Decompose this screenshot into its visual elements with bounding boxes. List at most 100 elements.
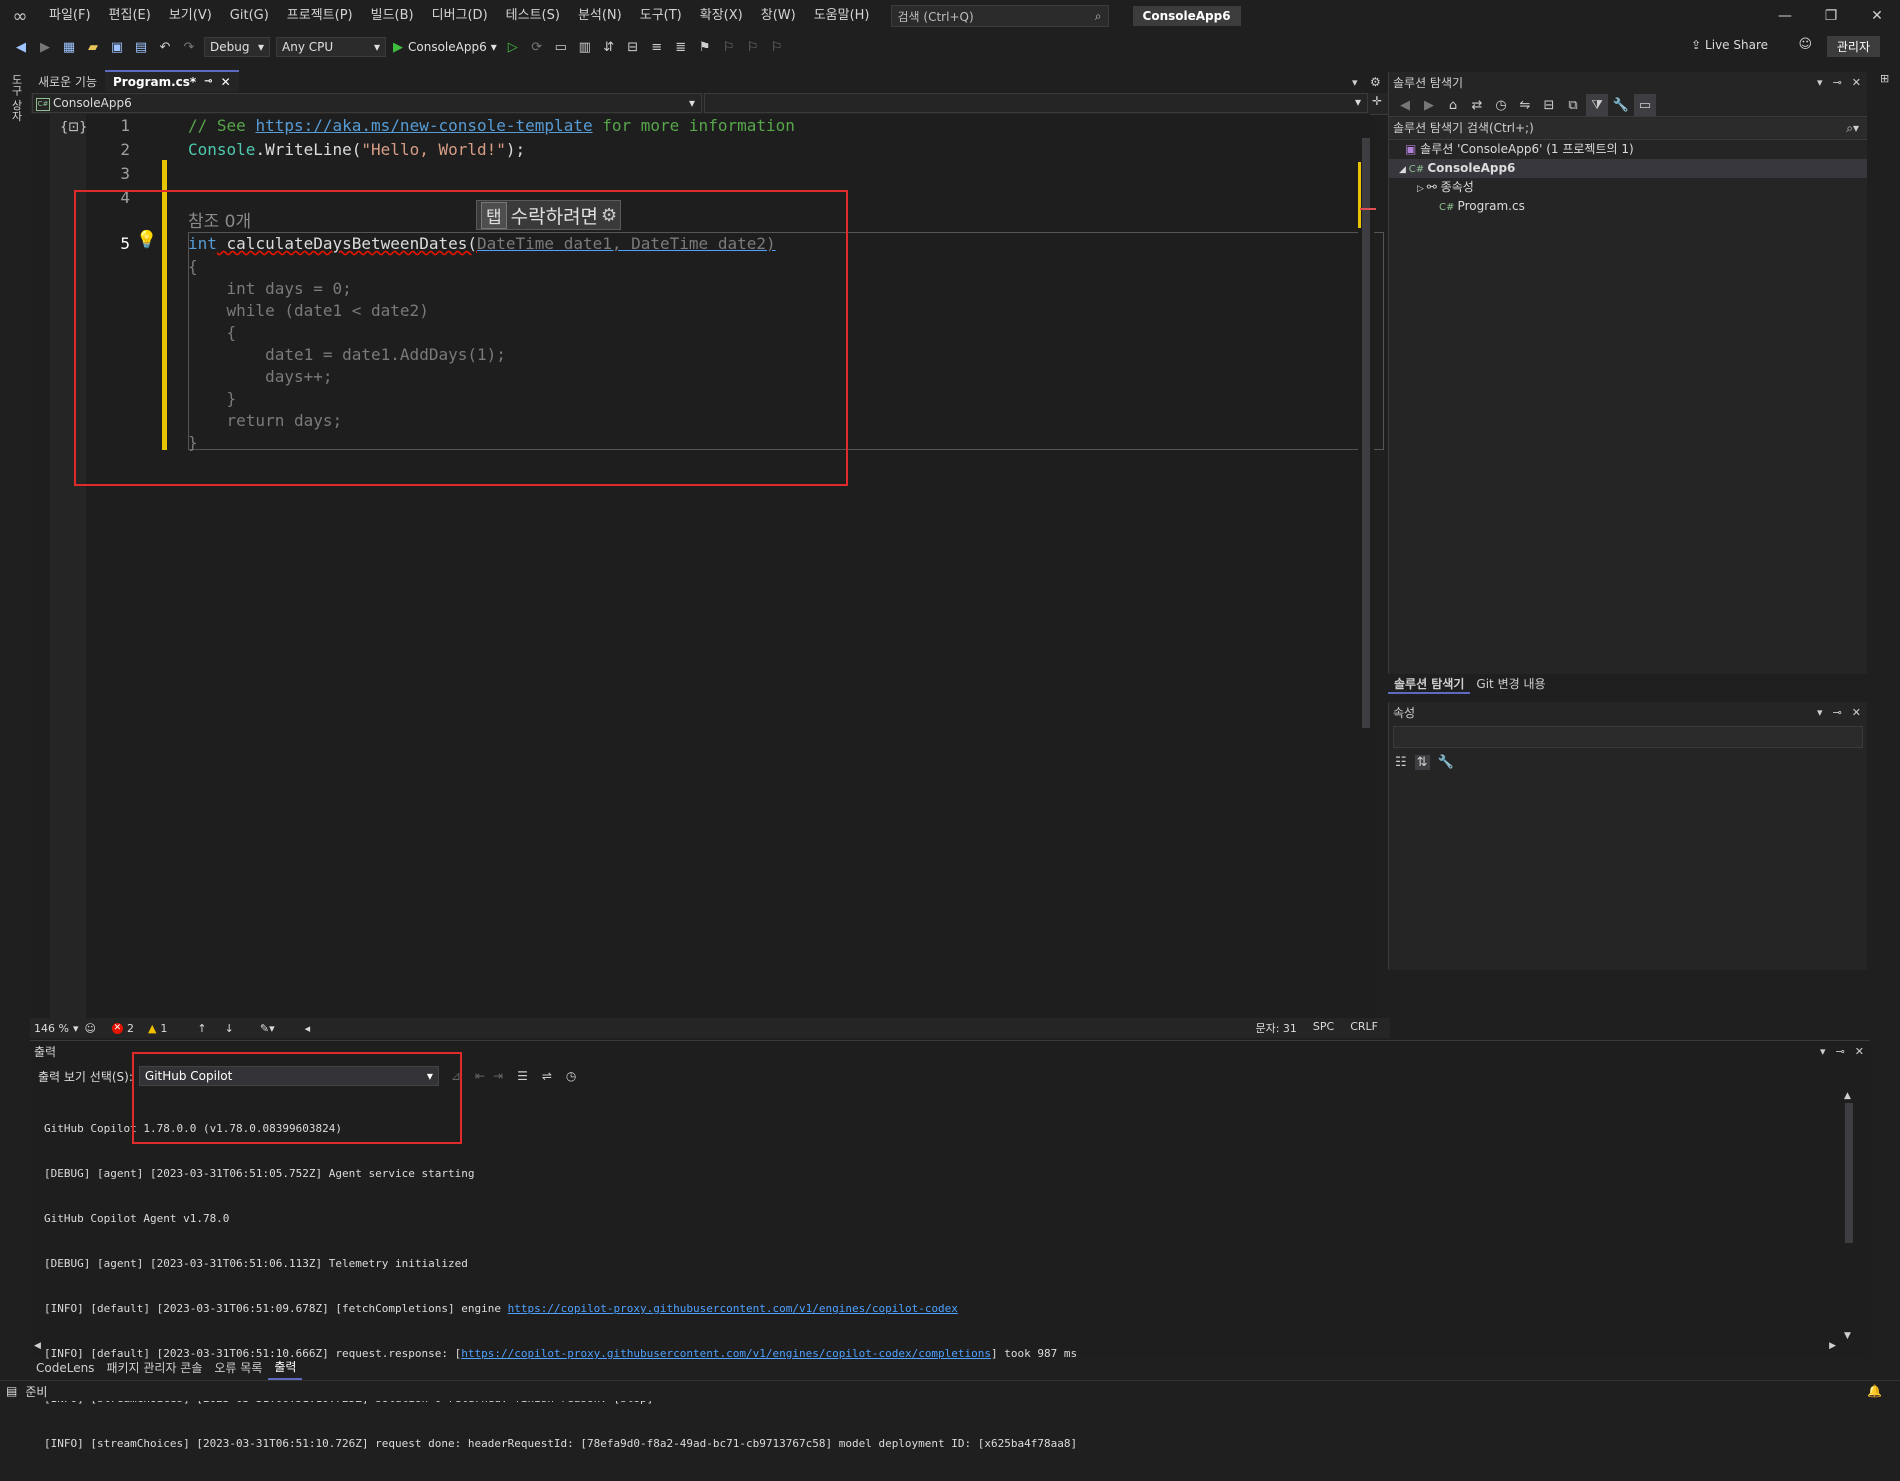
notification-bell-icon[interactable]: 🔔 bbox=[1867, 1384, 1882, 1398]
menu-file[interactable]: 파일(F) bbox=[40, 0, 100, 32]
output-link[interactable]: https://copilot-proxy.githubusercontent.… bbox=[508, 1302, 958, 1315]
pin-icon[interactable]: ⊸ bbox=[204, 72, 212, 92]
layout-icon[interactable]: ▥ bbox=[574, 36, 596, 58]
tab-output[interactable]: 출력 bbox=[268, 1356, 303, 1380]
filter-icon[interactable]: ⧩ bbox=[1586, 94, 1608, 116]
save-all-icon[interactable]: ▤ bbox=[130, 36, 152, 58]
back-icon[interactable]: ◀ bbox=[1394, 94, 1416, 116]
properties-object-select[interactable] bbox=[1393, 726, 1863, 748]
menu-build[interactable]: 빌드(B) bbox=[362, 0, 423, 32]
tab-program-cs[interactable]: Program.cs* ⊸ ✕ bbox=[105, 70, 239, 92]
member-dropdown[interactable]: ▾ bbox=[704, 93, 1368, 113]
undo-icon[interactable]: ↶ bbox=[154, 36, 176, 58]
visual-studio-logo-icon[interactable]: ∞ bbox=[0, 0, 40, 32]
clear-bookmarks-icon[interactable]: ⚐ bbox=[766, 36, 788, 58]
next-bookmark-icon[interactable]: ⚐ bbox=[742, 36, 764, 58]
solution-search-input[interactable]: 솔루션 탐색기 검색(Ctrl+;) ⌕▾ bbox=[1389, 116, 1867, 140]
sync-icon[interactable]: ⇋ bbox=[1514, 94, 1536, 116]
configuration-select[interactable]: Debug ▾ bbox=[204, 37, 270, 57]
pin-icon[interactable]: ⊸ bbox=[1833, 72, 1842, 94]
expand-triangle-icon[interactable]: ◢ bbox=[1399, 165, 1409, 175]
collapse-all-icon[interactable]: ⊟ bbox=[1538, 94, 1560, 116]
home-icon[interactable]: ⌂ bbox=[1442, 94, 1464, 116]
start-without-debugging-icon[interactable]: ▷ bbox=[502, 36, 524, 58]
error-count[interactable]: ✕ 2 bbox=[111, 1022, 134, 1035]
tree-file-row[interactable]: C# Program.cs bbox=[1389, 197, 1867, 216]
tree-solution-row[interactable]: ▣ 솔루션 'ConsoleApp6' (1 프로젝트의 1) bbox=[1389, 140, 1867, 159]
editor-vertical-scrollbar[interactable] bbox=[1358, 118, 1376, 1018]
prev-message-icon[interactable]: ⇤ bbox=[475, 1069, 485, 1083]
hot-reload-icon[interactable]: ⟳ bbox=[526, 36, 548, 58]
close-icon[interactable]: ✕ bbox=[1855, 1041, 1864, 1063]
close-icon[interactable]: ✕ bbox=[1852, 702, 1861, 724]
forward-icon[interactable]: ▶ bbox=[1418, 94, 1440, 116]
tab-error-list[interactable]: 오류 목록 bbox=[208, 1357, 268, 1379]
next-message-icon[interactable]: ⇥ bbox=[493, 1069, 503, 1083]
comment-link[interactable]: https://aka.ms/new-console-template bbox=[255, 116, 592, 135]
timestamp-icon[interactable]: ◷ bbox=[566, 1069, 576, 1083]
tab-codelens[interactable]: CodeLens bbox=[30, 1357, 100, 1379]
browse-icon[interactable]: ▭ bbox=[550, 36, 572, 58]
chevron-down-icon[interactable]: ▾ bbox=[73, 1022, 79, 1035]
scrollbar-thumb[interactable] bbox=[1845, 1103, 1853, 1243]
menu-debug[interactable]: 디버그(D) bbox=[423, 0, 497, 32]
history-icon[interactable]: ◷ bbox=[1490, 94, 1512, 116]
chevron-down-icon[interactable]: ▾ bbox=[1817, 72, 1823, 94]
arrow-down-icon[interactable]: ↓ bbox=[225, 1022, 234, 1035]
whitespace-mode[interactable]: SPC bbox=[1313, 1020, 1334, 1036]
copilot-icon[interactable]: ☺ bbox=[84, 1022, 95, 1035]
search-input[interactable]: 검색 (Ctrl+Q) ⌕ bbox=[890, 5, 1109, 27]
categorized-icon[interactable]: ☷ bbox=[1395, 755, 1407, 770]
scroll-right-icon[interactable]: ▶ bbox=[1829, 1341, 1836, 1351]
project-dropdown[interactable]: C# ConsoleApp6 ▾ bbox=[32, 93, 702, 113]
code-editor[interactable]: {⊡} 1 2 3 4 5 💡 // See https://aka.ms/ne… bbox=[30, 114, 1384, 1018]
scroll-left-icon[interactable]: ◂ bbox=[305, 1022, 311, 1035]
chevron-down-icon[interactable]: ▾ bbox=[1820, 1041, 1826, 1063]
properties-wrench-icon[interactable]: 🔧 bbox=[1610, 94, 1632, 116]
output-text[interactable]: GitHub Copilot 1.78.0.0 (v1.78.0.0839960… bbox=[44, 1091, 1077, 1481]
output-vertical-scrollbar[interactable]: ▲ ▼ bbox=[1842, 1091, 1856, 1341]
menu-test[interactable]: 테스트(S) bbox=[497, 0, 569, 32]
notifications-tab-icon[interactable]: ⊞ bbox=[1880, 72, 1889, 85]
word-wrap-icon[interactable]: ⇌ bbox=[542, 1069, 552, 1083]
open-folder-icon[interactable]: ▰ bbox=[82, 36, 104, 58]
properties-wrench-icon[interactable]: 🔧 bbox=[1438, 755, 1454, 770]
settings-gear-icon[interactable]: ⚙ bbox=[1370, 75, 1381, 89]
forward-icon[interactable]: ▶ bbox=[34, 36, 56, 58]
format-icon[interactable]: ⊟ bbox=[622, 36, 644, 58]
live-share-button[interactable]: ⇪ Live Share bbox=[1691, 38, 1768, 52]
pin-icon[interactable]: ⊸ bbox=[1833, 702, 1842, 724]
tab-solution-explorer[interactable]: 솔루션 탐색기 bbox=[1388, 674, 1471, 694]
output-horizontal-scrollbar[interactable]: ◀ ▶ bbox=[30, 1341, 1840, 1355]
clear-all-icon[interactable]: ☰ bbox=[517, 1069, 528, 1083]
save-icon[interactable]: ▣ bbox=[106, 36, 128, 58]
switch-views-icon[interactable]: ⇄ bbox=[1466, 94, 1488, 116]
platform-select[interactable]: Any CPU ▾ bbox=[276, 37, 386, 57]
brush-icon[interactable]: ✎▾ bbox=[260, 1022, 275, 1035]
collapse-triangle-icon[interactable]: ▷ bbox=[1417, 184, 1427, 194]
tab-package-manager-console[interactable]: 패키지 관리자 콘솔 bbox=[100, 1357, 208, 1379]
code-snippet-icon[interactable]: {⊡} bbox=[60, 120, 87, 135]
show-all-files-icon[interactable]: ⧉ bbox=[1562, 94, 1584, 116]
feedback-icon[interactable]: ☺ bbox=[1798, 37, 1812, 52]
arrow-up-icon[interactable]: ↑ bbox=[197, 1022, 206, 1035]
menu-extensions[interactable]: 확장(X) bbox=[691, 0, 752, 32]
menu-edit[interactable]: 편집(E) bbox=[100, 0, 160, 32]
close-icon[interactable]: ✕ bbox=[1854, 0, 1900, 32]
scrollbar-thumb[interactable] bbox=[1362, 138, 1370, 728]
char-position[interactable]: 문자: 31 bbox=[1255, 1020, 1296, 1036]
menu-project[interactable]: 프로젝트(P) bbox=[278, 0, 362, 32]
line-ending[interactable]: CRLF bbox=[1350, 1020, 1378, 1036]
tab-whats-new[interactable]: 새로운 기능 bbox=[30, 72, 105, 92]
alphabetical-icon[interactable]: ⇅ bbox=[1414, 754, 1430, 770]
split-editor-icon[interactable]: ✛ bbox=[1372, 94, 1382, 108]
prev-bookmark-icon[interactable]: ⚐ bbox=[718, 36, 740, 58]
scroll-up-icon[interactable]: ▲ bbox=[1844, 1091, 1851, 1101]
chevron-down-icon[interactable]: ▾ bbox=[1817, 702, 1823, 724]
zoom-level[interactable]: 146 % bbox=[34, 1022, 69, 1035]
start-debugging-button[interactable]: ▶ ConsoleApp6 ▾ bbox=[393, 40, 497, 55]
menu-view[interactable]: 보기(V) bbox=[160, 0, 221, 32]
menu-help[interactable]: 도움말(H) bbox=[805, 0, 879, 32]
scroll-left-icon[interactable]: ◀ bbox=[34, 1341, 41, 1351]
restore-icon[interactable]: ❐ bbox=[1808, 0, 1854, 32]
